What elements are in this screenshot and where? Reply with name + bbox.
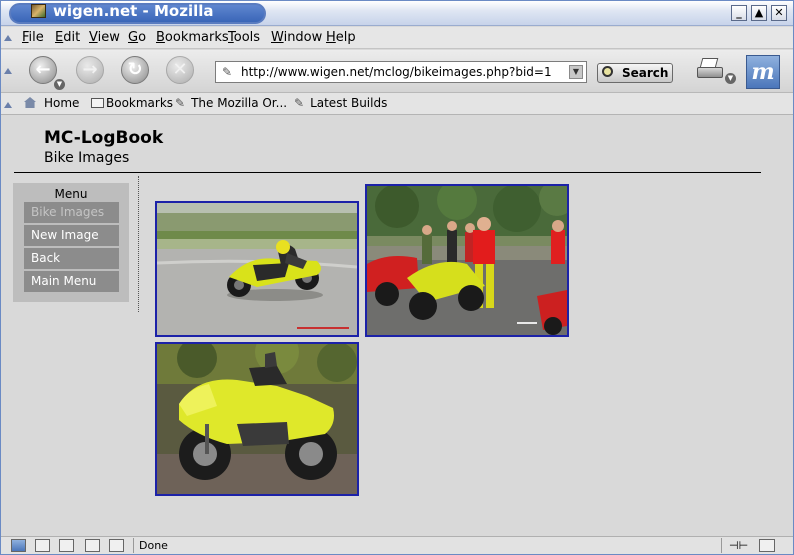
menu-link-bike-images[interactable]: Bike Images [24, 202, 119, 223]
bike-photo-parked[interactable] [155, 342, 359, 496]
menu-bookmarks[interactable]: Bookmarks [156, 30, 229, 45]
toolbar-grip-icon[interactable] [4, 68, 12, 74]
toolbar-grip-icon[interactable] [4, 102, 12, 108]
address-book-icon[interactable] [85, 539, 100, 552]
menu-tools[interactable]: Tools [228, 30, 260, 45]
print-icon[interactable] [697, 56, 727, 82]
page-title: MC-LogBook [44, 128, 164, 148]
menu-help[interactable]: Help [326, 30, 356, 45]
online-status-icon[interactable]: ⊣⊢ [729, 539, 751, 552]
bookmarks-button[interactable]: Bookmarks [91, 96, 173, 110]
forward-button[interactable]: → [76, 56, 104, 84]
chat-icon[interactable] [109, 539, 124, 552]
status-separator [721, 538, 722, 553]
status-text: Done [139, 539, 168, 552]
back-dropdown-icon[interactable]: ▼ [54, 79, 65, 90]
browser-window: wigen.net - Mozilla _ ▲ ✕ File Edit View… [0, 0, 794, 555]
menu-bar: File Edit View Go Bookmarks Tools Window… [1, 27, 793, 49]
title-bar[interactable]: wigen.net - Mozilla _ ▲ ✕ [1, 1, 793, 26]
title-divider [14, 172, 761, 173]
personal-toolbar: Home Bookmarks ✎ The Mozilla Or... ✎ Lates… [1, 93, 793, 115]
url-bar[interactable]: ✎ http://www.wigen.net/mclog/bikeimages.… [215, 61, 587, 83]
security-lock-icon[interactable] [759, 539, 775, 552]
search-icon [602, 66, 613, 77]
menu-view[interactable]: View [89, 30, 120, 45]
menu-window[interactable]: Window [271, 30, 322, 45]
url-dropdown-icon[interactable]: ▼ [569, 65, 583, 79]
bookmark-icon: ✎ [294, 96, 305, 110]
app-icon[interactable] [31, 4, 46, 18]
menu-link-back[interactable]: Back [24, 248, 119, 269]
bike-photo-group[interactable] [365, 184, 569, 337]
back-button[interactable]: ← [29, 56, 57, 84]
status-bar: Done ⊣⊢ [1, 536, 793, 554]
url-text[interactable]: http://www.wigen.net/mclog/bikeimages.ph… [241, 65, 552, 79]
page-subtitle: Bike Images [44, 150, 130, 166]
status-separator [133, 538, 134, 553]
print-dropdown-icon[interactable]: ▼ [725, 73, 736, 84]
bookmark-icon: ✎ [175, 96, 186, 110]
composer-icon[interactable] [59, 539, 74, 552]
page-proxy-icon[interactable]: ✎ [222, 65, 232, 79]
maximize-button[interactable]: ▲ [751, 5, 767, 21]
navigator-icon[interactable] [11, 539, 26, 552]
page-content: MC-LogBook Bike Images Menu Bike Images … [1, 116, 793, 536]
stop-button[interactable]: ✕ [166, 56, 194, 84]
menu-link-main-menu[interactable]: Main Menu [24, 271, 119, 292]
bookmark-mozilla-org[interactable]: ✎ The Mozilla Or... [175, 96, 287, 110]
menu-divider [138, 176, 139, 312]
menu-edit[interactable]: Edit [55, 30, 80, 45]
home-button[interactable]: Home [24, 96, 79, 110]
bookmark-latest-builds[interactable]: ✎ Latest Builds [294, 96, 387, 110]
home-icon [24, 97, 36, 108]
minimize-button[interactable]: _ [731, 5, 747, 21]
menu-link-new-image[interactable]: New Image [24, 225, 119, 246]
side-menu: Menu Bike Images New Image Back Main Men… [13, 183, 129, 302]
menu-file[interactable]: File [22, 30, 44, 45]
bike-photo-racing[interactable] [155, 201, 359, 337]
mozilla-logo-icon[interactable]: m [746, 55, 780, 89]
menu-go[interactable]: Go [128, 30, 146, 45]
toolbar-grip-icon[interactable] [4, 35, 12, 41]
mail-icon[interactable] [35, 539, 50, 552]
close-button[interactable]: ✕ [771, 5, 787, 21]
window-title: wigen.net - Mozilla [53, 2, 214, 20]
reload-button[interactable]: ↻ [121, 56, 149, 84]
navigation-toolbar: ← ▼ → ↻ ✕ ✎ http://www.wigen.net/mclog/b… [1, 50, 793, 93]
menu-title: Menu [54, 187, 88, 201]
search-button[interactable]: Search [597, 63, 673, 83]
folder-icon [91, 98, 104, 108]
